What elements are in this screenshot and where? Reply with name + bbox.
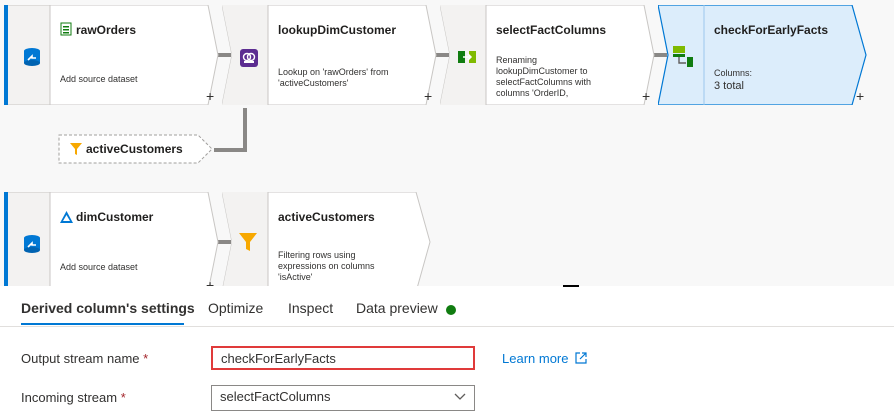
node-checkForEarlyFacts[interactable]: checkForEarlyFacts Columns: 3 total + <box>658 5 878 105</box>
node-description: Add source dataset <box>60 262 138 272</box>
derived-column-icon <box>672 44 694 73</box>
settings-panel: Derived column's settings Optimize Inspe… <box>0 287 894 420</box>
tab-data-preview[interactable]: Data preview <box>356 300 438 316</box>
node-title: activeCustomers <box>278 210 375 224</box>
incoming-stream-label: Incoming stream * <box>21 390 126 405</box>
output-stream-label: Output stream name * <box>21 351 149 366</box>
tab-derived-column-settings[interactable]: Derived column's settings <box>21 300 195 316</box>
chevron-down-icon <box>454 390 466 405</box>
node-selectFactColumns[interactable]: selectFactColumns Renaming lookupDimCust… <box>440 5 660 105</box>
node-description: Filtering rows using expressions on colu… <box>278 250 375 282</box>
node-description: Renaming lookupDimCustomer to selectFact… <box>496 55 592 98</box>
filter-icon <box>238 232 258 257</box>
columns-count: 3 total <box>714 80 744 92</box>
database-icon <box>23 47 41 72</box>
external-link-icon <box>575 352 587 367</box>
node-title: selectFactColumns <box>496 23 607 37</box>
node-rawOrders[interactable]: rawOrders Add source dataset + <box>4 5 224 105</box>
add-transform-button[interactable]: + <box>206 89 214 103</box>
node-title: lookupDimCustomer <box>278 23 397 37</box>
node-title: dimCustomer <box>76 210 154 224</box>
node-description: Lookup on 'rawOrders' from 'activeCustom… <box>278 67 389 88</box>
reference-label: activeCustomers <box>86 142 183 156</box>
node-title: checkForEarlyFacts <box>714 23 829 37</box>
node-activeCustomers[interactable]: activeCustomers Filtering rows using exp… <box>222 192 442 286</box>
analysis-services-icon <box>60 210 73 228</box>
lookup-icon <box>239 48 259 73</box>
dataset-icon <box>60 22 72 41</box>
settings-tabs: Derived column's settings Optimize Inspe… <box>0 287 894 327</box>
add-transform-button[interactable]: + <box>856 89 864 103</box>
incoming-stream-select[interactable]: selectFactColumns <box>211 385 475 411</box>
output-stream-name-input[interactable] <box>211 346 475 370</box>
tab-inspect[interactable]: Inspect <box>288 300 333 316</box>
select-columns-icon <box>457 50 477 69</box>
add-transform-button[interactable]: + <box>642 89 650 103</box>
status-dot-icon <box>446 305 456 315</box>
add-transform-button[interactable]: + <box>424 89 432 103</box>
dataflow-canvas[interactable]: rawOrders Add source dataset + lookupDim… <box>0 0 894 286</box>
incoming-stream-value: selectFactColumns <box>220 389 331 404</box>
node-title: rawOrders <box>76 23 137 37</box>
active-tab-indicator <box>21 323 184 325</box>
tab-optimize[interactable]: Optimize <box>208 300 263 316</box>
node-description: Add source dataset <box>60 74 138 84</box>
node-dimCustomer[interactable]: dimCustomer Add source dataset + <box>4 192 224 286</box>
learn-more-link[interactable]: Learn more <box>502 351 587 367</box>
columns-label: Columns: <box>714 68 753 78</box>
reference-node-activeCustomers[interactable]: activeCustomers <box>58 134 214 164</box>
database-icon <box>23 234 41 259</box>
node-lookupDimCustomer[interactable]: lookupDimCustomer Lookup on 'rawOrders' … <box>222 5 442 105</box>
add-transform-button[interactable]: + <box>206 278 214 286</box>
